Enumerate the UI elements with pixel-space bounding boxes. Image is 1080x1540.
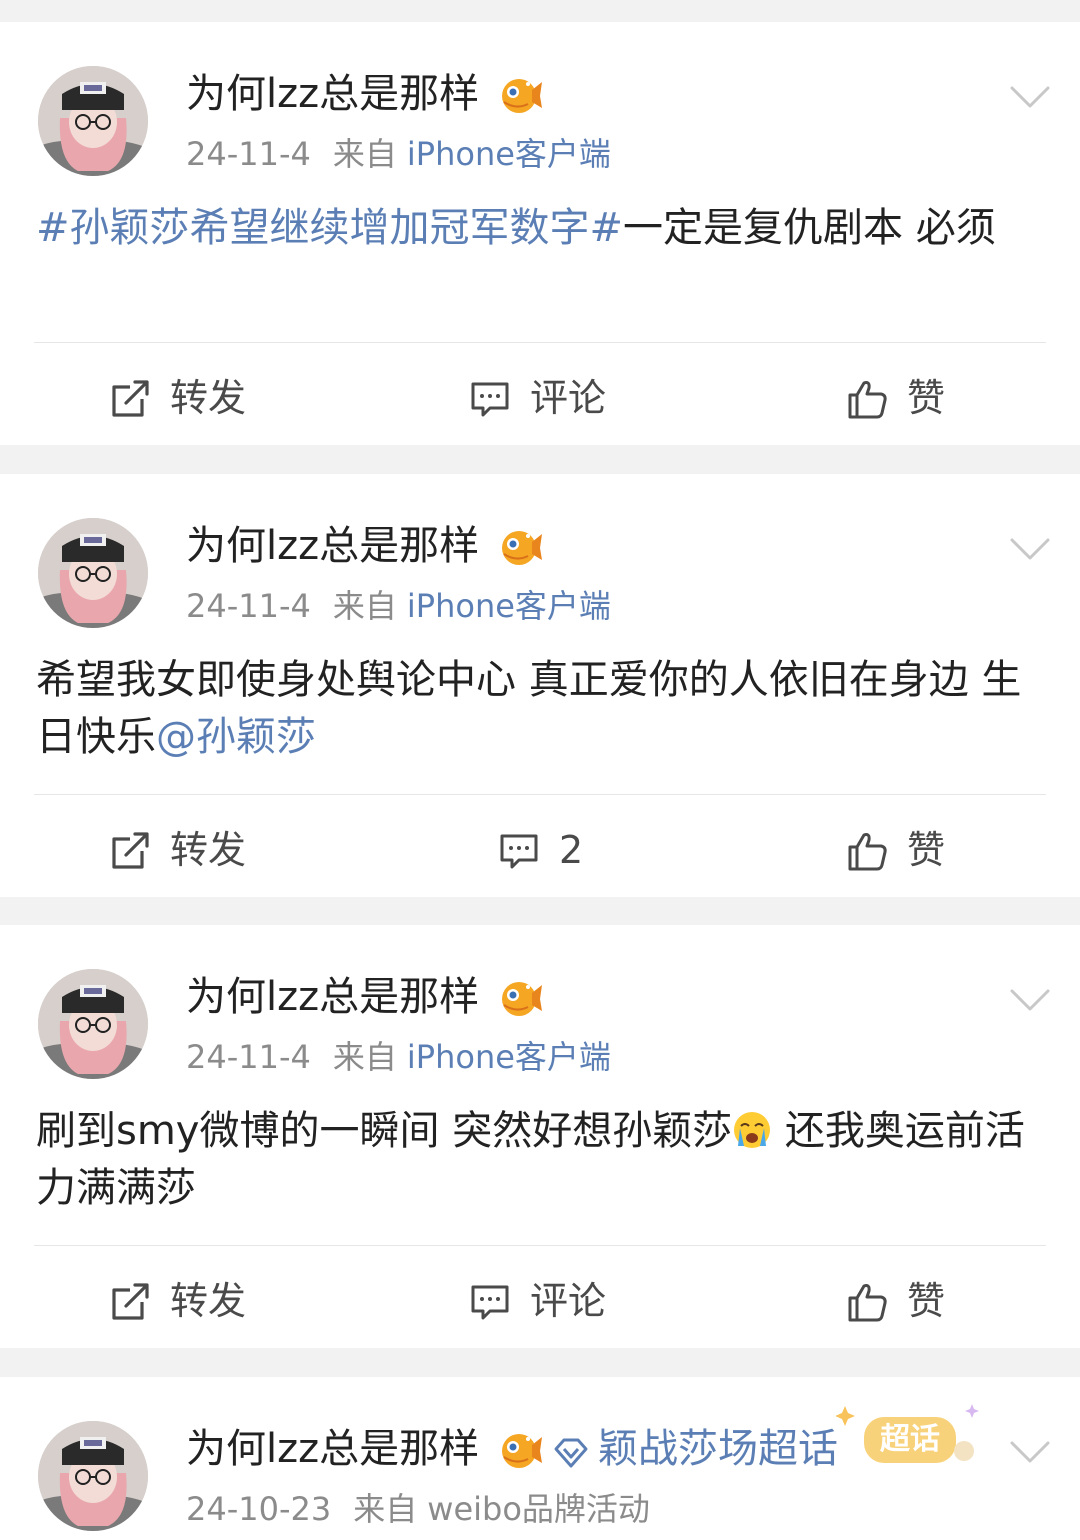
chevron-down-icon[interactable] (1008, 82, 1052, 112)
source-prefix: 来自 (353, 1490, 418, 1528)
like-label: 赞 (907, 1279, 946, 1323)
post-card[interactable]: 为何lzz总是那样 24-11-4 来自 iPhone客户端 希望我女即使身处舆论中… (0, 474, 1080, 897)
topic-link[interactable]: #孙颖莎希望继续增加冠军数字# (36, 205, 623, 251)
post-content: #孙颖莎希望继续增加冠军数字#一定是复仇剧本 必须 (36, 200, 1040, 257)
pufferfish-icon (498, 1427, 544, 1473)
repost-button[interactable]: 转发 (108, 822, 258, 878)
like-label: 赞 (907, 828, 946, 872)
crying-face-icon (732, 1110, 772, 1150)
chevron-down-icon[interactable] (1008, 985, 1052, 1015)
diamond-icon (552, 1435, 590, 1471)
mention-link[interactable]: @孙颖莎 (156, 714, 316, 760)
repost-label: 转发 (170, 828, 247, 872)
post-content: 刷到smy微博的一瞬间 突然好想孙颖莎 还我奥运前活力满满莎 (36, 1103, 1040, 1217)
post-date: 24-11-4 (186, 587, 311, 625)
divider (34, 342, 1046, 343)
pufferfish-icon (498, 72, 544, 118)
thumbs-up-icon (845, 1280, 889, 1324)
post-card[interactable]: 为何lzz总是那样 颖战莎场超话 超话 24-10-23 来自 weibo品牌活动 (0, 1377, 1080, 1540)
post-meta: 24-11-4 来自 iPhone客户端 (186, 1035, 611, 1079)
comment-button[interactable]: 评论 (468, 1273, 618, 1329)
like-label: 赞 (907, 376, 946, 420)
username[interactable]: 为何lzz总是那样 (186, 1421, 479, 1477)
post-source[interactable]: weibo品牌活动 (427, 1490, 650, 1528)
pufferfish-icon (498, 975, 544, 1021)
pufferfish-icon (498, 524, 544, 570)
post-date: 24-10-23 (186, 1490, 332, 1528)
repost-icon (108, 829, 152, 873)
repost-label: 转发 (170, 376, 247, 420)
like-button[interactable]: 赞 (845, 1273, 955, 1329)
like-button[interactable]: 赞 (845, 370, 955, 426)
comment-icon (468, 377, 512, 421)
action-bar: 转发 评论 赞 (0, 370, 1080, 426)
comment-count: 2 (559, 828, 584, 872)
repost-icon (108, 1280, 152, 1324)
post-meta: 24-11-4 来自 iPhone客户端 (186, 132, 611, 176)
comment-icon (468, 1280, 512, 1324)
thumbs-up-icon (845, 829, 889, 873)
post-source[interactable]: iPhone客户端 (407, 135, 611, 173)
divider (34, 794, 1046, 795)
post-card[interactable]: 为何lzz总是那样 24-11-4 来自 iPhone客户端 #孙颖莎希望继续增加冠… (0, 22, 1080, 445)
post-date: 24-11-4 (186, 1038, 311, 1076)
weibo-feed: 为何lzz总是那样 24-11-4 来自 iPhone客户端 #孙颖莎希望继续增加冠… (0, 0, 1080, 1540)
thumbs-up-icon (845, 377, 889, 421)
username[interactable]: 为何lzz总是那样 (186, 969, 479, 1025)
super-topic-link[interactable]: 颖战莎场超话 (598, 1421, 838, 1477)
comment-label: 评论 (530, 376, 607, 420)
post-source[interactable]: iPhone客户端 (407, 1038, 611, 1076)
repost-label: 转发 (170, 1279, 247, 1323)
post-meta: 24-11-4 来自 iPhone客户端 (186, 584, 611, 628)
post-card[interactable]: 为何lzz总是那样 24-11-4 来自 iPhone客户端 刷到smy微博的一瞬间… (0, 925, 1080, 1348)
source-prefix: 来自 (332, 587, 397, 625)
action-bar: 转发 2 赞 (0, 822, 1080, 878)
chevron-down-icon[interactable] (1008, 534, 1052, 564)
comment-label: 评论 (530, 1279, 607, 1323)
post-content: 希望我女即使身处舆论中心 真正爱你的人依旧在身边 生日快乐@孙颖莎 (36, 652, 1040, 766)
super-topic-badge-graphic: 超话 (835, 1404, 979, 1463)
comment-button[interactable]: 评论 (468, 370, 618, 426)
avatar[interactable] (38, 518, 148, 628)
divider (34, 1245, 1046, 1246)
repost-button[interactable]: 转发 (108, 1273, 258, 1329)
comment-button[interactable]: 2 (497, 822, 597, 878)
avatar[interactable] (38, 66, 148, 176)
avatar[interactable] (38, 969, 148, 1079)
post-source[interactable]: iPhone客户端 (407, 587, 611, 625)
like-button[interactable]: 赞 (845, 822, 955, 878)
post-date: 24-11-4 (186, 135, 311, 173)
action-bar: 转发 评论 赞 (0, 1273, 1080, 1329)
post-text: 刷到smy微博的一瞬间 突然好想孙颖莎 (36, 1108, 733, 1154)
source-prefix: 来自 (332, 135, 397, 173)
username[interactable]: 为何lzz总是那样 (186, 66, 479, 122)
source-prefix: 来自 (332, 1038, 397, 1076)
comment-icon (497, 829, 541, 873)
repost-button[interactable]: 转发 (108, 370, 258, 426)
post-meta: 24-10-23 来自 weibo品牌活动 (186, 1487, 650, 1531)
super-topic-badge-label: 超话 (880, 1423, 940, 1456)
chevron-down-icon[interactable] (1008, 1437, 1052, 1467)
repost-icon (108, 377, 152, 421)
username[interactable]: 为何lzz总是那样 (186, 518, 479, 574)
post-text: 一定是复仇剧本 必须 (623, 205, 996, 251)
super-topic-badge[interactable]: 超话 (835, 1403, 988, 1469)
avatar[interactable] (38, 1421, 148, 1531)
